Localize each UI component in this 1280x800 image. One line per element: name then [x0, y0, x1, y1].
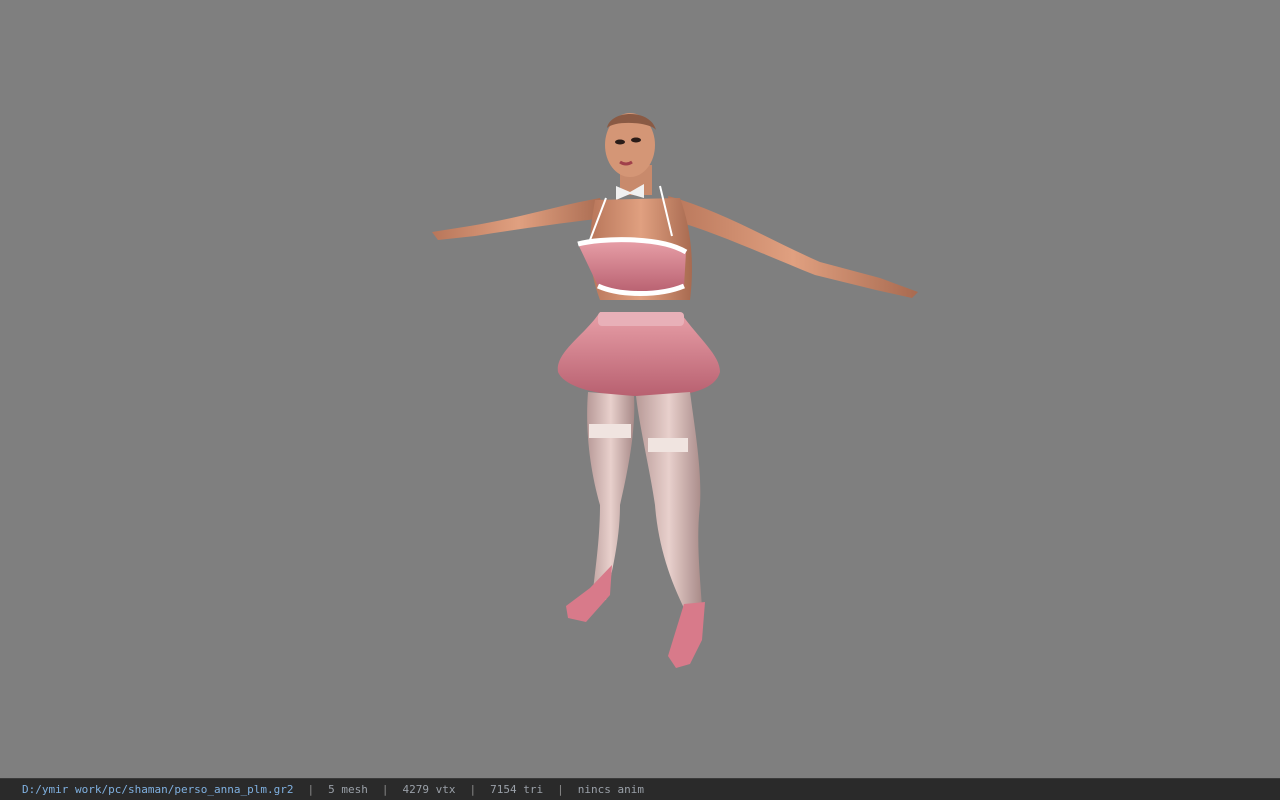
mesh-count: 5 mesh: [328, 783, 368, 796]
character-model: [432, 113, 918, 668]
separator: |: [307, 783, 315, 796]
right-leg: [636, 392, 702, 610]
left-shoe: [566, 565, 612, 622]
triangle-count: 7154 tri: [490, 783, 544, 796]
left-arm: [432, 198, 605, 240]
file-path: D:/ymir work/pc/shaman/perso_anna_plm.gr…: [22, 783, 294, 796]
separator: |: [557, 783, 564, 796]
animation-status: nincs anim: [577, 783, 644, 796]
right-arm: [668, 196, 918, 298]
belt: [598, 312, 684, 326]
3d-viewport[interactable]: [0, 0, 1280, 778]
vertex-count: 4279 vtx: [402, 783, 456, 796]
separator: |: [381, 783, 389, 796]
status-bar: D:/ymir work/pc/shaman/perso_anna_plm.gr…: [0, 778, 1280, 800]
right-shoe: [668, 602, 705, 668]
separator: |: [469, 783, 477, 796]
